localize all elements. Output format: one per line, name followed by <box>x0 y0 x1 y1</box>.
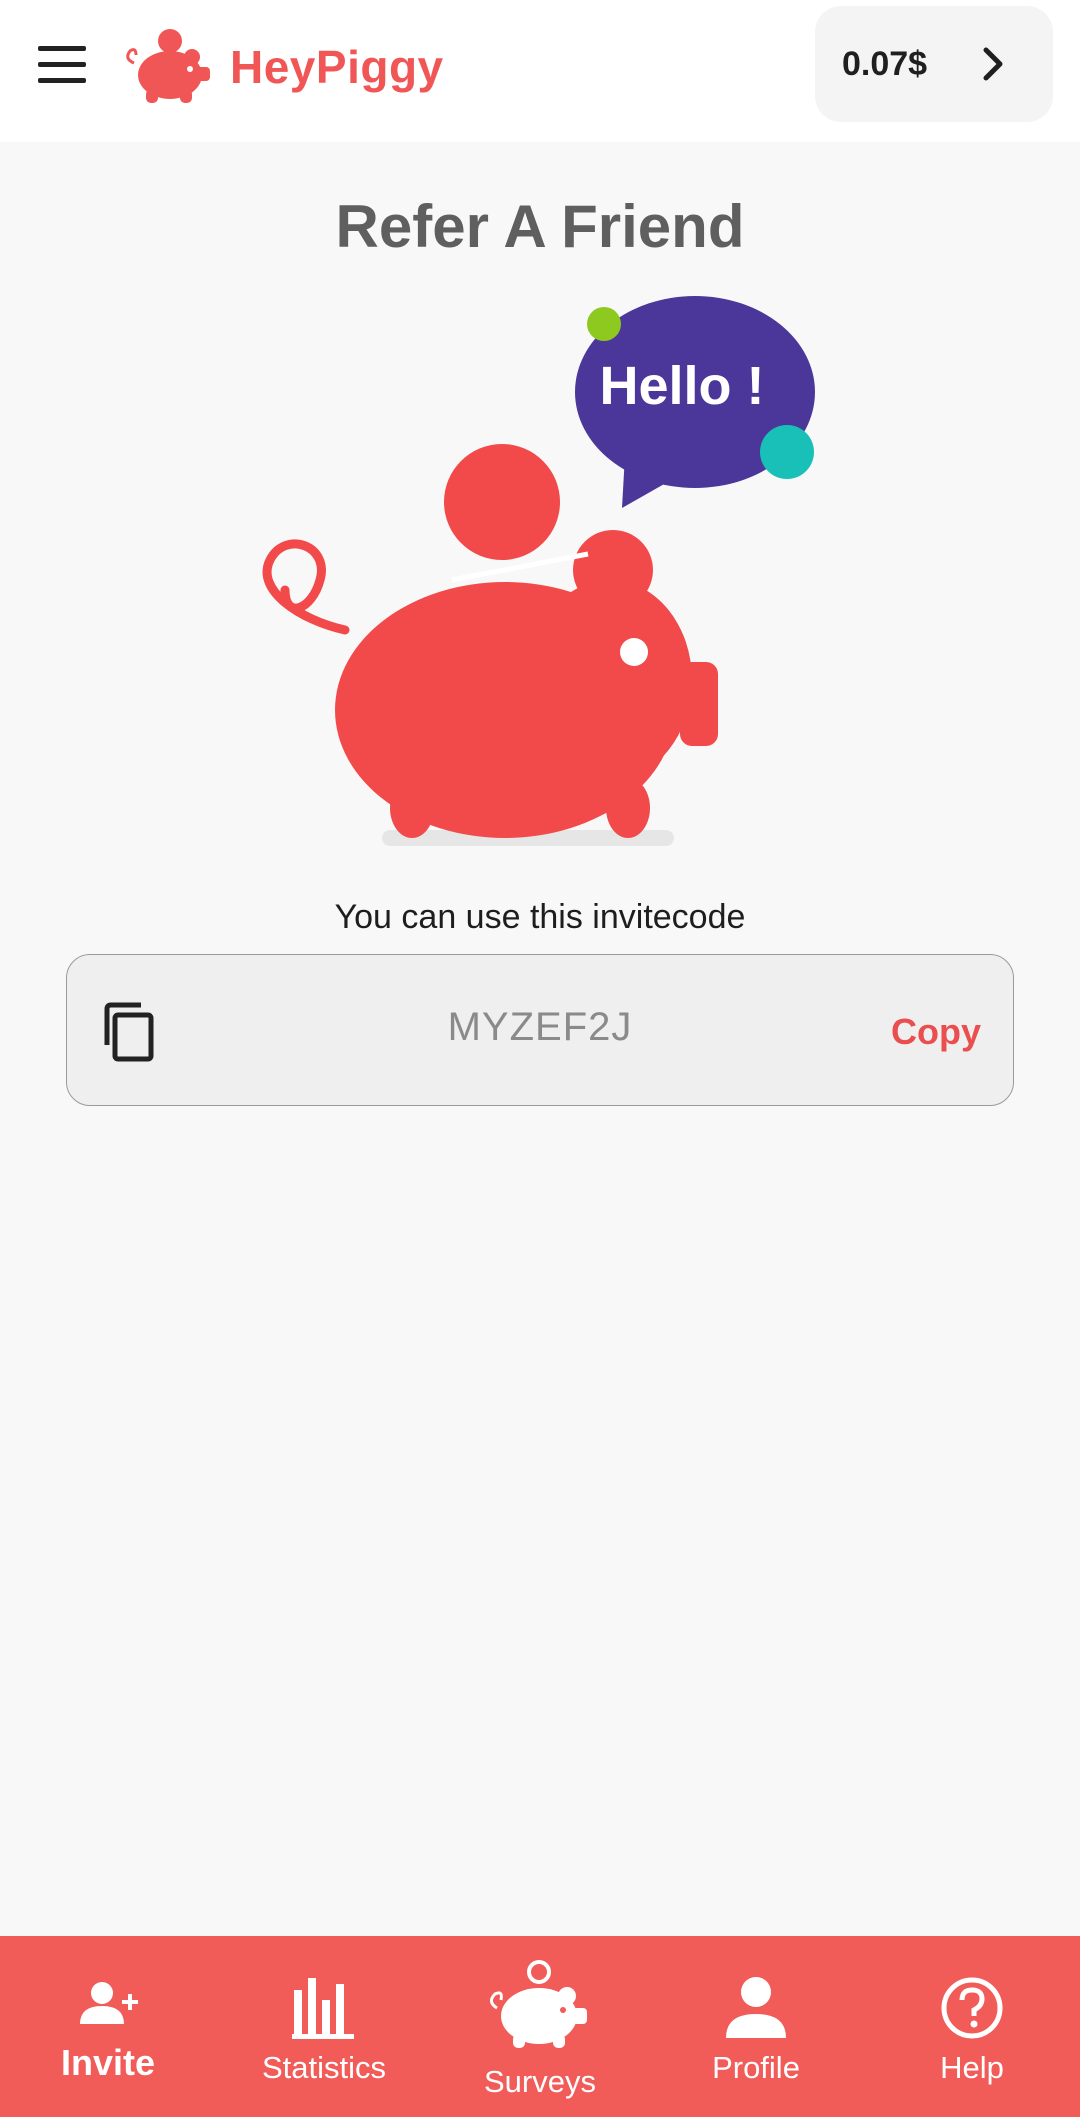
balance-amount: 0.07$ <box>842 44 928 83</box>
nav-item-surveys[interactable]: Surveys <box>432 1936 648 2117</box>
nav-item-statistics[interactable]: Statistics <box>216 1936 432 2117</box>
balance-button[interactable]: 0.07$ <box>815 6 1053 122</box>
bar-chart-icon <box>216 1976 432 2040</box>
coin <box>444 444 560 560</box>
piggy-logo-icon <box>126 29 210 103</box>
invite-code-field[interactable]: MYZEF2J Copy <box>66 954 1014 1106</box>
piggy-bank-icon <box>432 1960 648 2052</box>
nav-item-profile[interactable]: Profile <box>648 1936 864 2117</box>
hamburger-menu-icon[interactable] <box>36 44 90 84</box>
nav-item-invite[interactable]: Invite <box>0 1936 216 2117</box>
invite-caption: You can use this invitecode <box>334 898 746 936</box>
chevron-right-icon <box>983 47 1003 81</box>
app-name: HeyPiggy <box>230 41 444 93</box>
nav-label-invite: Invite <box>60 2042 156 2083</box>
invite-code: MYZEF2J <box>447 1005 633 1049</box>
piggy-bank-illustration: Hello ! <box>262 296 815 846</box>
app-header: HeyPiggy 0.07$ <box>0 0 1080 142</box>
add-user-icon <box>0 1980 216 2028</box>
speech-bubble: Hello ! <box>575 296 815 508</box>
copy-button[interactable]: Copy <box>891 1011 981 1053</box>
pig-tail <box>262 539 350 635</box>
nav-label-surveys: Surveys <box>484 2064 596 2099</box>
speech-bubble-text: Hello ! <box>599 356 764 416</box>
app-logo[interactable]: HeyPiggy <box>124 22 444 112</box>
page-title: Refer A Friend <box>335 193 745 260</box>
bottom-navigation: Invite Statistics Surveys Profile Help <box>0 1936 1080 2117</box>
nav-item-help[interactable]: Help <box>864 1936 1080 2117</box>
user-icon <box>648 1976 864 2040</box>
question-icon <box>864 1976 1080 2040</box>
nav-label-help: Help <box>940 2050 1004 2085</box>
nav-label-profile: Profile <box>712 2050 800 2085</box>
nav-label-statistics: Statistics <box>261 2050 387 2085</box>
